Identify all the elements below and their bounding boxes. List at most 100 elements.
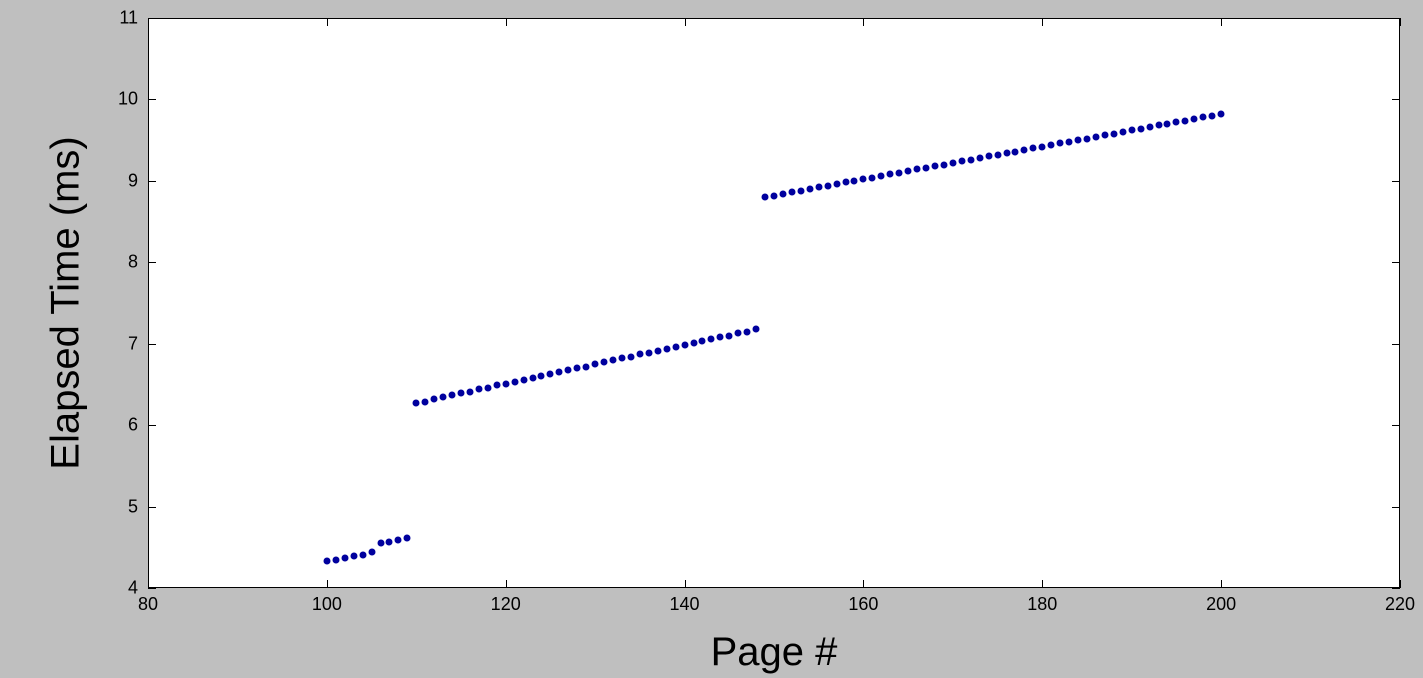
x-tick xyxy=(1221,580,1222,588)
x-tick xyxy=(1042,18,1043,26)
data-point xyxy=(958,158,965,165)
data-point xyxy=(332,556,339,563)
x-tick xyxy=(1221,18,1222,26)
data-point xyxy=(985,153,992,160)
data-point xyxy=(860,176,867,183)
y-tick xyxy=(148,425,156,426)
data-point xyxy=(1075,137,1082,144)
data-point xyxy=(905,168,912,175)
x-tick-label: 200 xyxy=(1206,594,1236,615)
data-point xyxy=(1084,135,1091,142)
plot-area xyxy=(148,18,1400,588)
data-point xyxy=(940,161,947,168)
data-point xyxy=(1092,133,1099,140)
data-point xyxy=(458,390,465,397)
y-tick xyxy=(1392,18,1400,19)
data-point xyxy=(914,166,921,173)
data-point xyxy=(806,186,813,193)
y-tick xyxy=(1392,262,1400,263)
x-tick xyxy=(863,18,864,26)
y-tick xyxy=(148,181,156,182)
data-point xyxy=(771,192,778,199)
data-point xyxy=(1200,114,1207,121)
data-point xyxy=(1057,140,1064,147)
y-tick xyxy=(148,344,156,345)
y-tick xyxy=(148,588,156,589)
y-tick-label: 10 xyxy=(118,89,138,110)
y-tick xyxy=(1392,344,1400,345)
data-point xyxy=(627,353,634,360)
data-point xyxy=(735,330,742,337)
data-point xyxy=(601,359,608,366)
data-point xyxy=(753,326,760,333)
data-point xyxy=(744,328,751,335)
data-point xyxy=(931,163,938,170)
y-tick-label: 9 xyxy=(128,170,138,191)
data-point xyxy=(976,155,983,162)
x-tick xyxy=(1042,580,1043,588)
data-point xyxy=(592,361,599,368)
data-point xyxy=(475,386,482,393)
data-point xyxy=(395,536,402,543)
data-point xyxy=(869,174,876,181)
data-point xyxy=(994,151,1001,158)
data-point xyxy=(636,351,643,358)
data-point xyxy=(1164,120,1171,127)
x-tick xyxy=(148,580,149,588)
data-point xyxy=(896,169,903,176)
data-point xyxy=(967,156,974,163)
data-point xyxy=(1191,115,1198,122)
x-tick xyxy=(863,580,864,588)
data-point xyxy=(1021,146,1028,153)
data-point xyxy=(1218,111,1225,118)
data-point xyxy=(1003,150,1010,157)
data-point xyxy=(851,177,858,184)
data-point xyxy=(618,355,625,362)
y-tick-label: 7 xyxy=(128,333,138,354)
y-tick xyxy=(148,262,156,263)
y-tick-label: 6 xyxy=(128,415,138,436)
y-tick-label: 11 xyxy=(119,8,138,29)
y-tick xyxy=(148,99,156,100)
data-point xyxy=(1012,148,1019,155)
data-point xyxy=(690,339,697,346)
data-point xyxy=(1137,125,1144,132)
y-tick-label: 8 xyxy=(128,252,138,273)
x-axis-label: Page # xyxy=(711,630,838,675)
data-point xyxy=(699,338,706,345)
data-point xyxy=(610,357,617,364)
data-point xyxy=(520,376,527,383)
data-point xyxy=(824,182,831,189)
y-tick xyxy=(148,18,156,19)
data-point xyxy=(574,365,581,372)
data-point xyxy=(538,373,545,380)
data-point xyxy=(1209,112,1216,119)
data-point xyxy=(493,382,500,389)
data-point xyxy=(386,538,393,545)
data-point xyxy=(466,388,473,395)
data-point xyxy=(1182,117,1189,124)
x-tick xyxy=(506,580,507,588)
y-tick-label: 4 xyxy=(128,578,138,599)
data-point xyxy=(350,553,357,560)
x-tick-label: 180 xyxy=(1027,594,1057,615)
data-point xyxy=(583,363,590,370)
data-point xyxy=(368,549,375,556)
y-tick xyxy=(1392,425,1400,426)
x-tick xyxy=(327,18,328,26)
data-point xyxy=(717,334,724,341)
data-point xyxy=(422,398,429,405)
data-point xyxy=(1030,145,1037,152)
data-point xyxy=(359,551,366,558)
x-tick xyxy=(685,580,686,588)
data-point xyxy=(449,392,456,399)
data-point xyxy=(788,189,795,196)
data-point xyxy=(1155,122,1162,129)
x-tick-label: 80 xyxy=(138,594,158,615)
data-point xyxy=(547,370,554,377)
y-axis-label: Elapsed Time (ms) xyxy=(44,136,89,469)
data-point xyxy=(404,535,411,542)
data-point xyxy=(708,335,715,342)
data-point xyxy=(949,159,956,166)
data-point xyxy=(663,345,670,352)
